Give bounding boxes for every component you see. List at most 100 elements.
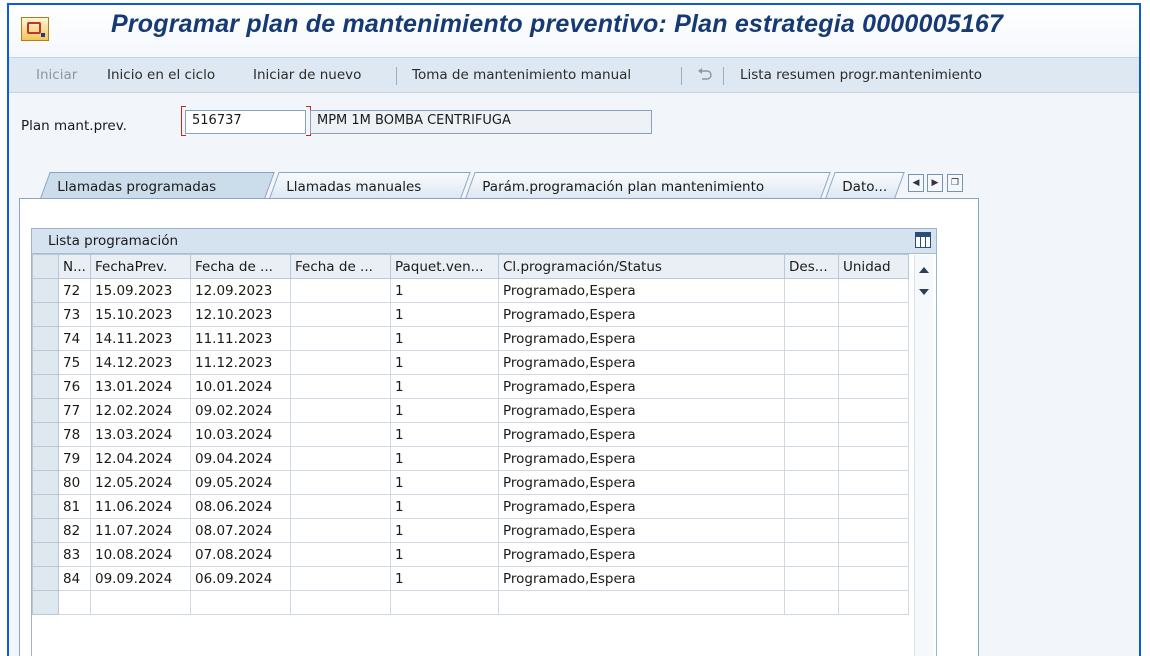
table-cell[interactable]: 1 — [390, 494, 499, 519]
table-cell[interactable]: Programado,Espera — [498, 350, 785, 375]
table-cell[interactable] — [838, 422, 909, 447]
table-cell[interactable]: 1 — [390, 302, 499, 327]
table-cell[interactable]: 09.09.2024 — [90, 566, 191, 591]
table-cell[interactable]: 1 — [390, 326, 499, 351]
table-cell[interactable]: 06.09.2024 — [190, 566, 291, 591]
table-cell[interactable] — [784, 326, 839, 351]
table-cell[interactable] — [838, 278, 909, 303]
table-row[interactable]: 78 13.03.2024 10.03.2024 1 Programado,Espera — [32, 422, 909, 447]
table-cell[interactable]: 74 — [58, 326, 91, 351]
table-cell[interactable] — [290, 590, 391, 615]
table-cell[interactable]: 15.09.2023 — [90, 278, 191, 303]
row-selector[interactable] — [32, 422, 59, 447]
table-cell[interactable] — [390, 590, 499, 615]
column-header[interactable]: Des... — [784, 254, 839, 279]
table-cell[interactable] — [838, 350, 909, 375]
row-selector[interactable] — [32, 326, 59, 351]
table-cell[interactable]: Programado,Espera — [498, 566, 785, 591]
table-cell[interactable]: 11.06.2024 — [90, 494, 191, 519]
table-cell[interactable]: 12.02.2024 — [90, 398, 191, 423]
select-all-cell[interactable] — [32, 254, 59, 279]
row-selector[interactable] — [32, 470, 59, 495]
table-cell[interactable] — [838, 542, 909, 567]
table-cell[interactable]: Programado,Espera — [498, 398, 785, 423]
table-cell[interactable]: Programado,Espera — [498, 470, 785, 495]
table-cell[interactable]: Programado,Espera — [498, 278, 785, 303]
chevron-right-icon[interactable]: ▶ — [927, 174, 943, 192]
table-cell[interactable]: 1 — [390, 518, 499, 543]
table-cell[interactable]: 15.10.2023 — [90, 302, 191, 327]
tab-scheduled-calls[interactable]: Llamadas programadas — [40, 172, 275, 198]
table-cell[interactable]: 10.03.2024 — [190, 422, 291, 447]
table-row[interactable]: 77 12.02.2024 09.02.2024 1 Programado,Espera — [32, 398, 909, 423]
table-row[interactable]: 80 12.05.2024 09.05.2024 1 Programado,Espera — [32, 470, 909, 495]
table-cell[interactable] — [190, 590, 291, 615]
table-settings-icon[interactable] — [915, 232, 931, 248]
table-cell[interactable]: 11.11.2023 — [190, 326, 291, 351]
summary-list-button[interactable]: Lista resumen progr.mantenimiento — [740, 67, 982, 83]
table-cell[interactable]: 78 — [58, 422, 91, 447]
row-selector[interactable] — [32, 566, 59, 591]
table-cell[interactable] — [784, 278, 839, 303]
table-cell[interactable] — [290, 374, 391, 399]
sap-transaction-icon[interactable] — [21, 17, 49, 41]
table-cell[interactable] — [784, 302, 839, 327]
table-cell[interactable]: 82 — [58, 518, 91, 543]
table-cell[interactable] — [838, 590, 909, 615]
manual-call-button[interactable]: Toma de mantenimiento manual — [412, 67, 631, 83]
table-cell[interactable] — [784, 350, 839, 375]
table-cell[interactable] — [290, 326, 391, 351]
column-header[interactable]: Fecha de ... — [190, 254, 291, 279]
table-row[interactable]: 73 15.10.2023 12.10.2023 1 Programado,Espera — [32, 302, 909, 327]
table-cell[interactable]: Programado,Espera — [498, 518, 785, 543]
table-cell[interactable] — [290, 518, 391, 543]
tab-manual-calls[interactable]: Llamadas manuales — [269, 172, 471, 198]
table-cell[interactable] — [784, 422, 839, 447]
table-row[interactable]: 76 13.01.2024 10.01.2024 1 Programado,Espera — [32, 374, 909, 399]
table-cell[interactable] — [838, 518, 909, 543]
start-button[interactable]: Iniciar — [36, 67, 77, 83]
table-cell[interactable]: 07.08.2024 — [190, 542, 291, 567]
table-cell[interactable]: 72 — [58, 278, 91, 303]
table-cell[interactable] — [290, 470, 391, 495]
column-header[interactable]: N... — [58, 254, 91, 279]
table-cell[interactable] — [838, 566, 909, 591]
table-cell[interactable]: 84 — [58, 566, 91, 591]
arrow-up-icon[interactable] — [919, 267, 929, 273]
table-cell[interactable] — [498, 590, 785, 615]
column-header[interactable]: FechaPrev. — [90, 254, 191, 279]
table-cell[interactable] — [838, 398, 909, 423]
table-cell[interactable] — [290, 422, 391, 447]
table-cell[interactable] — [784, 494, 839, 519]
table-cell[interactable]: 1 — [390, 278, 499, 303]
table-row[interactable]: 81 11.06.2024 08.06.2024 1 Programado,Espera — [32, 494, 909, 519]
row-selector[interactable] — [32, 278, 59, 303]
table-cell[interactable]: 75 — [58, 350, 91, 375]
table-cell[interactable]: 1 — [390, 350, 499, 375]
table-cell[interactable] — [838, 494, 909, 519]
row-selector[interactable] — [32, 542, 59, 567]
row-selector[interactable] — [32, 398, 59, 423]
table-cell[interactable]: 12.09.2023 — [190, 278, 291, 303]
table-cell[interactable] — [784, 542, 839, 567]
table-cell[interactable]: 09.04.2024 — [190, 446, 291, 471]
table-cell[interactable]: 79 — [58, 446, 91, 471]
column-header[interactable]: Unidad — [838, 254, 909, 279]
column-header[interactable]: Paquet.ven... — [390, 254, 499, 279]
table-cell[interactable]: 1 — [390, 422, 499, 447]
row-selector[interactable] — [32, 350, 59, 375]
table-cell[interactable]: 12.10.2023 — [190, 302, 291, 327]
table-cell[interactable] — [838, 302, 909, 327]
table-row[interactable]: 82 11.07.2024 08.07.2024 1 Programado,Espera — [32, 518, 909, 543]
table-cell[interactable]: 10.08.2024 — [90, 542, 191, 567]
table-cell[interactable] — [290, 566, 391, 591]
chevron-left-icon[interactable]: ◀ — [908, 174, 924, 192]
table-cell[interactable]: Programado,Espera — [498, 374, 785, 399]
table-cell[interactable] — [290, 446, 391, 471]
table-cell[interactable] — [784, 518, 839, 543]
table-cell[interactable] — [290, 494, 391, 519]
table-cell[interactable] — [784, 374, 839, 399]
tab-data[interactable]: Dato... — [825, 172, 905, 198]
table-cell[interactable]: Programado,Espera — [498, 326, 785, 351]
table-cell[interactable]: 1 — [390, 542, 499, 567]
